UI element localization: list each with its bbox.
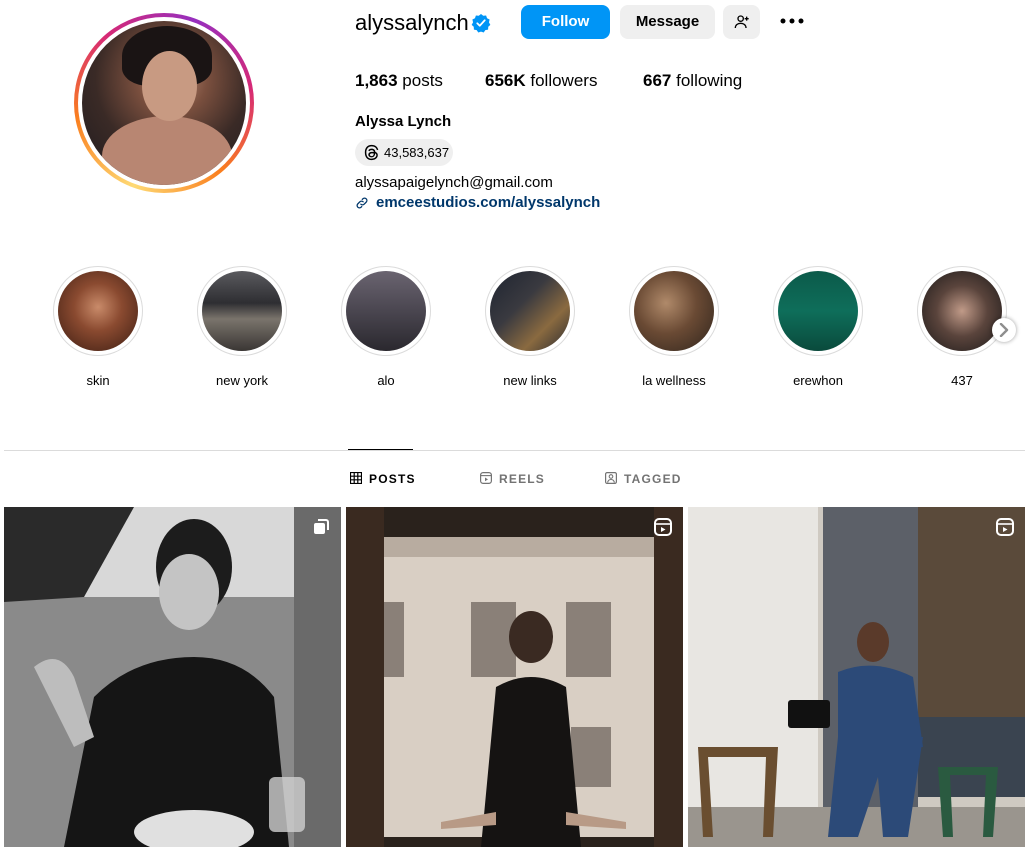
message-button[interactable]: Message	[620, 5, 715, 39]
reels-icon	[480, 472, 492, 484]
profile-full-name: Alyssa Lynch	[355, 113, 452, 130]
highlight-cover	[778, 271, 858, 351]
profile-username: alyssalynch	[355, 10, 469, 35]
highlight-cover	[490, 271, 570, 351]
link-icon	[356, 197, 368, 209]
following-stat[interactable]: 667 following	[643, 71, 742, 91]
highlight-label: alo	[377, 373, 395, 388]
posts-label: posts	[402, 71, 443, 90]
post-tile[interactable]	[688, 507, 1025, 847]
threads-badge[interactable]: 43,583,637	[355, 139, 453, 166]
profile-avatar[interactable]	[74, 13, 254, 193]
followers-stat[interactable]: 656K followers	[485, 71, 597, 91]
more-options-icon[interactable]	[779, 9, 805, 33]
grid-icon	[350, 472, 362, 484]
highlight-label: new york	[215, 373, 269, 388]
chevron-right-icon	[999, 323, 1009, 337]
highlight-cover	[58, 271, 138, 351]
following-count: 667	[643, 71, 672, 90]
post-image	[688, 507, 1025, 847]
highlight-la-wellness[interactable]: la wellness	[627, 266, 721, 388]
website-text: emceestudios.com/alyssalynch	[376, 194, 601, 211]
highlight-alo[interactable]: alo	[339, 266, 433, 388]
carousel-icon	[314, 519, 329, 534]
tabs-divider	[4, 450, 1025, 451]
following-label: following	[676, 71, 743, 90]
highlight-skin[interactable]: skin	[51, 266, 145, 388]
active-tab-indicator	[348, 449, 413, 450]
avatar-image	[82, 21, 246, 185]
highlight-label: skin	[86, 373, 110, 388]
highlight-cover	[346, 271, 426, 351]
highlight-label: new links	[503, 373, 557, 388]
threads-count: 43,583,637	[384, 145, 450, 160]
highlight-new-links[interactable]: new links	[483, 266, 577, 388]
highlight-new-york[interactable]: new york	[195, 266, 289, 388]
person-add-icon	[734, 15, 749, 29]
posts-count-stat: 1,863 posts	[355, 71, 443, 91]
highlight-cover	[922, 271, 1002, 351]
highlights-next-button[interactable]	[992, 318, 1016, 342]
post-tile[interactable]	[346, 507, 683, 847]
tagged-icon	[605, 472, 617, 484]
highlight-erewhon[interactable]: erewhon	[771, 266, 865, 388]
threads-icon	[364, 144, 379, 161]
profile-email: alyssapaigelynch@gmail.com	[355, 174, 553, 191]
reel-icon	[654, 518, 672, 536]
follow-button[interactable]: Follow	[521, 5, 610, 39]
followers-label: followers	[530, 71, 598, 90]
highlight-label: 437	[951, 373, 973, 388]
post-tile[interactable]	[4, 507, 341, 847]
suggested-users-button[interactable]	[723, 5, 760, 39]
post-image	[346, 507, 683, 847]
posts-count: 1,863	[355, 71, 398, 90]
highlight-cover	[202, 271, 282, 351]
tab-label: TAGGED	[624, 472, 682, 486]
highlight-label: la wellness	[642, 373, 706, 388]
tab-label: REELS	[499, 472, 546, 486]
highlight-label: erewhon	[793, 373, 843, 388]
tab-label: POSTS	[369, 472, 416, 486]
reel-icon	[996, 518, 1014, 536]
highlight-cover	[634, 271, 714, 351]
verified-badge-icon	[471, 14, 491, 33]
followers-count: 656K	[485, 71, 526, 90]
post-image	[4, 507, 341, 847]
